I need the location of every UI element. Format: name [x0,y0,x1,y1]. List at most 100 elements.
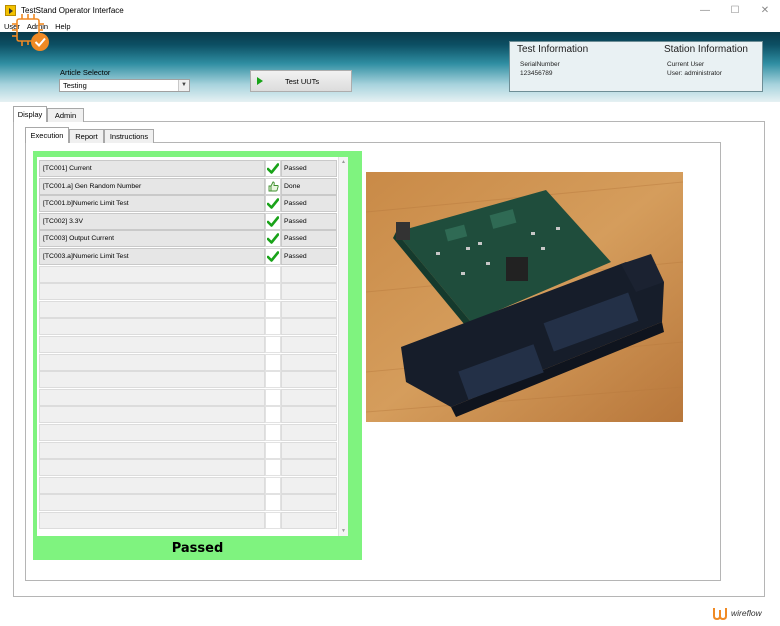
empty-step-row[interactable] [39,459,337,477]
step-status [281,512,337,529]
check-icon [265,195,281,213]
tab-admin[interactable]: Admin [47,108,84,122]
minimize-button[interactable]: — [690,0,720,20]
step-name [39,353,265,371]
test-uuts-label: Test UUTs [285,76,320,86]
steps-scrollbar[interactable]: ▲ ▼ [338,157,348,536]
step-icon-cell [265,336,281,353]
empty-step-row[interactable] [39,300,337,318]
step-name: [TC001.a] Gen Random Number [39,177,265,195]
step-name [39,494,265,512]
step-name [39,459,265,477]
step-name [39,300,265,318]
step-icon-cell [265,371,281,389]
step-name [39,424,265,441]
empty-step-row[interactable] [39,371,337,389]
step-icon-cell [265,406,281,424]
test-uuts-button[interactable]: Test UUTs [250,70,352,92]
step-icon-cell [265,441,281,459]
step-row[interactable]: [TC002] 3.3V Passed [39,212,337,230]
step-status: Done [281,177,337,195]
step-icon-cell [265,388,281,406]
step-name [39,476,265,494]
step-name: [TC002] 3.3V [39,212,265,230]
step-icon-cell [265,494,281,512]
step-icon-cell [265,424,281,441]
step-status: Passed [281,230,337,248]
step-icon-cell [265,353,281,371]
step-name [39,406,265,424]
serial-number-value: 123456789 [520,70,553,77]
station-information-title: Station Information [664,44,748,55]
step-name [39,512,265,529]
step-status [281,406,337,424]
close-button[interactable]: ✕ [750,0,780,20]
brand-name: wireflow [731,608,762,618]
tab-execution[interactable]: Execution [25,127,69,143]
info-panel: Test Information SerialNumber 123456789 … [509,41,763,92]
empty-step-row[interactable] [39,494,337,512]
article-selector-dropdown[interactable]: Testing ▼ [59,79,190,92]
step-icon-cell [265,318,281,336]
step-name [39,318,265,336]
step-name: [TC001.b]Numeric Limit Test [39,195,265,213]
scroll-up-icon[interactable]: ▲ [341,159,346,165]
empty-step-row[interactable] [39,388,337,406]
tab-display[interactable]: Display [13,106,47,122]
step-status [281,424,337,441]
menu-bar: User Admin Help [0,20,780,32]
step-status [281,476,337,494]
menu-help[interactable]: Help [55,22,70,31]
step-icon-cell [265,459,281,477]
chevron-down-icon[interactable]: ▼ [178,80,189,91]
step-row[interactable]: [TC003] Output Current Passed [39,230,337,248]
serial-number-label: SerialNumber [520,61,560,68]
wireflow-logo-icon [713,608,727,620]
step-name [39,265,265,283]
step-status [281,336,337,353]
step-status: Passed [281,195,337,213]
step-status [281,371,337,389]
step-name [39,441,265,459]
brand-logo: wireflow [712,606,762,620]
tab-instructions[interactable]: Instructions [104,129,154,143]
article-selector-value: Testing [63,81,87,90]
check-icon [265,212,281,230]
step-status [281,459,337,477]
check-icon [265,230,281,248]
step-icon-cell [265,300,281,318]
step-icon-cell [265,265,281,283]
empty-step-row[interactable] [39,318,337,336]
maximize-button[interactable]: ☐ [720,0,750,20]
play-icon [257,77,263,85]
empty-step-row[interactable] [39,476,337,494]
empty-step-row[interactable] [39,265,337,283]
step-icon-cell [265,283,281,301]
step-status [281,300,337,318]
overall-result: Passed [171,541,224,556]
empty-step-row[interactable] [39,441,337,459]
article-selector-label: Article Selector [60,68,111,77]
step-row[interactable]: [TC001.a] Gen Random Number Done [39,177,337,195]
empty-step-row[interactable] [39,353,337,371]
empty-step-row[interactable] [39,336,337,353]
scroll-down-icon[interactable]: ▼ [341,528,346,534]
chip-check-logo-icon [12,14,49,51]
step-row[interactable]: [TC001.b]Numeric Limit Test Passed [39,195,337,213]
step-name [39,283,265,301]
step-row[interactable]: [TC003.a]Numeric Limit Test Passed [39,248,337,265]
step-status: Passed [281,160,337,177]
thumbs-up-icon [265,177,281,195]
empty-step-row[interactable] [39,406,337,424]
empty-step-row[interactable] [39,424,337,441]
step-status: Passed [281,248,337,265]
empty-step-row[interactable] [39,283,337,301]
step-row[interactable]: [TC001] Current Passed [39,160,337,177]
step-status [281,494,337,512]
step-status [281,265,337,283]
title-bar: TestStand Operator Interface — ☐ ✕ [0,0,780,20]
empty-step-row[interactable] [39,512,337,529]
step-status [281,388,337,406]
step-status [281,283,337,301]
tab-report[interactable]: Report [69,129,104,143]
